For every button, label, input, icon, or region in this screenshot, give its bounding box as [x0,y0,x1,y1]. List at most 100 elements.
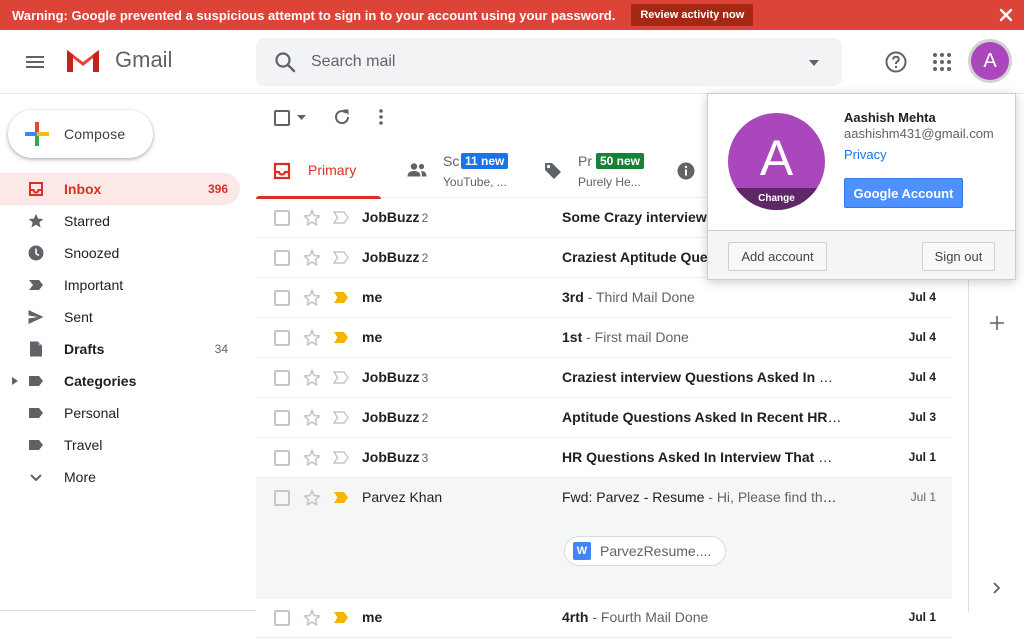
change-photo-button[interactable]: Change [728,188,825,210]
sidebar-item-travel[interactable]: Travel [0,429,240,461]
star-icon[interactable] [303,329,321,347]
tag-icon [545,163,561,179]
close-icon[interactable] [998,7,1014,23]
thread-count: 2 [421,251,429,265]
sidebar-item-sent[interactable]: Sent [0,301,240,333]
mail-subject: Some Crazy interview [562,209,707,225]
search-input[interactable] [311,53,781,71]
important-marker-icon[interactable] [333,211,349,224]
mail-row[interactable]: JobBuzz 3 HR Questions Asked In Interview … [256,438,952,478]
select-dropdown-icon[interactable] [297,115,306,120]
tab-promotions[interactable]: Pr 50 new Purely He... [539,142,669,198]
row-checkbox[interactable] [274,250,290,266]
star-icon[interactable] [303,449,321,467]
mail-row[interactable]: me 4rth - Fourth Mail Done Jul 1 [256,598,952,638]
sidebar-item-inbox[interactable]: Inbox 396 [0,173,240,205]
sidebar-item-important[interactable]: Important [0,269,240,301]
account-popup: A Change Aashish Mehta aashishm431@gmail… [707,93,1016,280]
mail-subject: Aptitude Questions Asked In Recent HR R.… [562,409,842,425]
row-checkbox[interactable] [274,330,290,346]
mail-row[interactable]: Parvez Khan Fwd: Parvez - Resume - Hi, Pl… [256,478,952,598]
privacy-link[interactable]: Privacy [844,147,887,162]
row-checkbox[interactable] [274,490,290,506]
review-activity-button[interactable]: Review activity now [631,4,754,26]
sidebar-item-label: More [64,469,96,485]
help-icon[interactable] [884,50,908,74]
star-icon[interactable] [303,409,321,427]
mail-sender: JobBuzz 3 [362,449,428,465]
tab-primary[interactable]: Primary [256,142,381,199]
more-options-icon[interactable] [379,109,383,125]
people-icon [407,163,427,177]
apps-grid-icon[interactable] [931,51,953,73]
chevron-down-icon [30,474,42,482]
mail-sender: me [362,329,384,345]
important-marker-icon[interactable] [333,331,349,344]
compose-plus-icon [25,122,49,146]
mail-row[interactable]: JobBuzz 2 Aptitude Questions Asked In Rece… [256,398,952,438]
row-checkbox[interactable] [274,290,290,306]
warning-banner: Warning: Google prevented a suspicious a… [0,0,1024,30]
draft-count: 34 [214,342,228,356]
important-marker-icon[interactable] [333,451,349,464]
google-account-button[interactable]: Google Account [844,178,963,208]
sender-name: me [362,609,383,625]
sidebar-item-personal[interactable]: Personal [0,397,240,429]
gmail-logo[interactable]: Gmail [65,46,172,74]
mail-row[interactable]: JobBuzz 3 Craziest interview Questions Ask… [256,358,952,398]
mail-row[interactable]: me 1st - First mail Done Jul 4 [256,318,952,358]
row-checkbox[interactable] [274,410,290,426]
row-checkbox[interactable] [274,370,290,386]
star-icon[interactable] [303,369,321,387]
unread-count: 396 [207,182,228,196]
row-checkbox[interactable] [274,610,290,626]
mail-subject: 3rd [562,289,584,305]
tab-senders-preview: YouTube, ... [443,175,507,189]
star-icon[interactable] [303,489,321,507]
select-all-checkbox[interactable] [274,110,290,126]
star-icon[interactable] [303,209,321,227]
label-icon [29,440,43,450]
sidebar-item-categories[interactable]: Categories [0,365,240,397]
profile-avatar[interactable]: A Change [728,113,825,210]
sidebar-item-starred[interactable]: Starred [0,205,240,237]
add-account-button[interactable]: Add account [728,242,827,271]
star-icon[interactable] [303,289,321,307]
sender-name: Parvez Khan [362,489,443,505]
mail-row[interactable]: me 3rd - Third Mail Done Jul 4 [256,278,952,318]
sender-name: JobBuzz [362,249,420,265]
compose-button[interactable]: Compose [8,110,153,158]
sidebar-item-more[interactable]: More [0,461,240,493]
search-bar[interactable] [256,38,842,86]
sign-out-button[interactable]: Sign out [922,242,995,271]
search-icon[interactable] [274,51,296,73]
mail-snippet: - Third Mail Done [583,289,695,305]
sidebar-item-snoozed[interactable]: Snoozed [0,237,240,269]
important-marker-icon[interactable] [333,251,349,264]
mail-date: Jul 1 [908,450,936,464]
attachment-chip[interactable]: W ParvezResume.... [564,536,727,566]
hamburger-menu-icon[interactable] [22,50,48,74]
star-icon[interactable] [303,249,321,267]
important-marker-icon[interactable] [333,291,349,304]
sidebar-item-drafts[interactable]: Drafts 34 [0,333,240,365]
sidebar-nav: Inbox 396 Starred Snoozed Important Sent… [0,173,240,493]
add-addon-plus-icon[interactable] [990,316,1004,330]
important-marker-icon[interactable] [333,491,349,504]
row-checkbox[interactable] [274,210,290,226]
mail-sender: JobBuzz 3 [362,369,428,385]
mail-subject: Craziest Aptitude Ques [562,249,716,265]
tab-updates[interactable] [674,142,704,198]
tab-social[interactable]: Sc 11 new YouTube, ... [401,142,531,198]
sender-name: JobBuzz [362,449,420,465]
account-avatar[interactable]: A [971,42,1009,80]
refresh-icon[interactable] [333,108,351,126]
search-options-dropdown-icon[interactable] [808,59,820,67]
row-checkbox[interactable] [274,450,290,466]
expand-caret-icon[interactable] [12,377,18,385]
app-name: Gmail [115,47,173,72]
star-icon[interactable] [303,609,321,627]
important-marker-icon[interactable] [333,411,349,424]
important-marker-icon[interactable] [333,371,349,384]
chevron-right-icon[interactable] [993,582,1001,594]
